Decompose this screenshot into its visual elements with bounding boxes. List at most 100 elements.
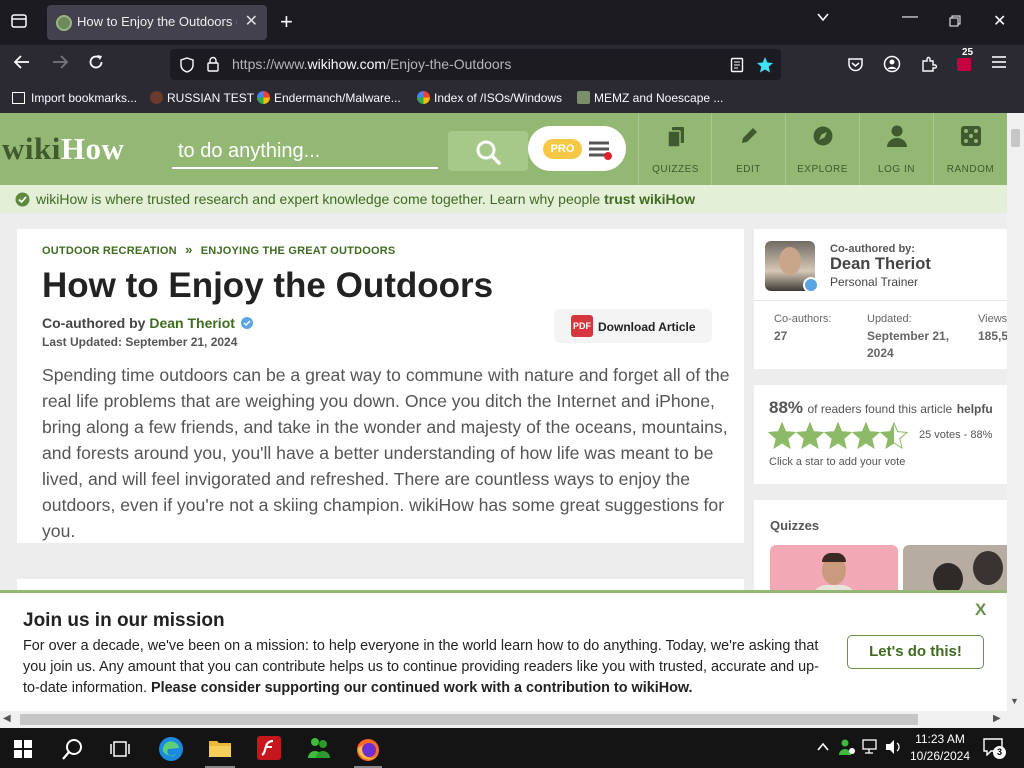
search-button[interactable] <box>448 131 528 171</box>
search-input[interactable]: to do anything... <box>172 135 438 169</box>
clock-time[interactable]: 11:23 AM <box>912 732 968 746</box>
notification-count: 3 <box>993 746 1006 759</box>
url-host: wikihow.com <box>307 56 387 72</box>
breadcrumb-great-outdoors[interactable]: ENJOYING THE GREAT OUTDOORS <box>201 245 396 257</box>
chevron-down-icon[interactable] <box>816 10 830 24</box>
tab-bar: How to Enjoy the Outdoors (wi ✕ + — ✕ <box>0 0 1024 45</box>
download-article-button[interactable]: PDF Download Article <box>554 309 712 343</box>
nav-login[interactable]: LOG IN <box>859 113 933 185</box>
bookmark-endermanch[interactable]: Endermanch/Malware... <box>257 91 401 105</box>
new-tab-icon[interactable]: + <box>280 9 293 35</box>
banner-bold: Please consider supporting our continued… <box>151 680 693 696</box>
star-icon[interactable] <box>880 422 908 449</box>
image-icon <box>577 91 590 104</box>
people-app-icon[interactable] <box>305 736 333 760</box>
scroll-thumb[interactable] <box>1011 129 1020 147</box>
account-icon[interactable] <box>883 55 901 73</box>
nav-quizzes[interactable]: QUIZZES <box>638 113 712 185</box>
star-icon[interactable] <box>824 422 852 449</box>
bookmark-label: Endermanch/Malware... <box>274 91 401 105</box>
nav-label: LOG IN <box>878 164 915 175</box>
views-label: Views <box>978 313 1007 325</box>
scroll-thumb[interactable] <box>20 714 918 725</box>
updated-year: 2024 <box>867 346 894 360</box>
star-rating <box>768 422 918 450</box>
nav-edit[interactable]: EDIT <box>711 113 785 185</box>
network-icon[interactable] <box>862 739 880 755</box>
clock-date[interactable]: 10/26/2024 <box>908 749 972 763</box>
horizontal-scrollbar[interactable]: ◀ ▶ <box>0 711 1024 728</box>
vertical-scrollbar[interactable]: ▼ <box>1007 113 1024 711</box>
people-tray-icon[interactable] <box>838 738 856 756</box>
search-icon <box>476 140 501 165</box>
bookmark-memz[interactable]: MEMZ and Noescape ... <box>577 91 723 105</box>
lets-do-this-button[interactable]: Let's do this! <box>847 635 984 669</box>
pro-menu-button[interactable]: PRO <box>528 126 626 171</box>
verified-icon <box>240 317 253 329</box>
nav-explore[interactable]: EXPLORE <box>785 113 859 185</box>
reader-view-icon[interactable] <box>730 57 744 73</box>
updated-label: Updated: <box>867 313 912 325</box>
bookmark-isos[interactable]: Index of /ISOs/Windows <box>417 91 562 105</box>
menu-hamburger-icon[interactable] <box>991 54 1007 70</box>
google-icon <box>417 91 430 104</box>
scroll-left-arrow-icon[interactable]: ◀ <box>3 713 11 724</box>
minimize-icon[interactable]: — <box>902 8 918 26</box>
url-prefix: https://www. <box>232 56 308 72</box>
back-icon[interactable] <box>13 53 31 71</box>
sidebar-author-name[interactable]: Dean Theriot <box>830 255 931 274</box>
edge-icon[interactable] <box>158 736 184 762</box>
breadcrumb-outdoor-recreation[interactable]: OUTDOOR RECREATION <box>42 245 177 257</box>
bookmark-import[interactable]: Import bookmarks... <box>12 91 137 105</box>
helpful-percent: 88% <box>769 398 804 417</box>
file-explorer-icon[interactable] <box>205 735 235 768</box>
bookmark-label: Import bookmarks... <box>31 91 138 105</box>
tab-active[interactable]: How to Enjoy the Outdoors (wi ✕ <box>47 5 267 40</box>
extensions-icon[interactable] <box>920 55 938 73</box>
bookmark-label: Index of /ISOs/Windows <box>434 91 563 105</box>
tab-list-icon[interactable] <box>10 12 28 30</box>
restore-icon[interactable] <box>949 15 961 27</box>
scroll-right-arrow-icon[interactable]: ▶ <box>993 713 1001 724</box>
url-path: /Enjoy-the-Outdoors <box>386 56 512 72</box>
site-icon <box>150 91 163 104</box>
star-icon[interactable] <box>796 422 824 449</box>
star-icon[interactable] <box>768 422 796 449</box>
task-view-icon[interactable] <box>110 740 130 758</box>
search-icon[interactable] <box>62 738 84 760</box>
volume-icon[interactable] <box>885 739 903 755</box>
breadcrumb-separator: » <box>185 242 193 257</box>
forward-icon[interactable] <box>51 53 69 71</box>
firefox-icon[interactable] <box>354 735 382 768</box>
scroll-down-arrow-icon[interactable]: ▼ <box>1010 696 1019 706</box>
wikihow-logo[interactable]: wikiHow <box>2 131 124 167</box>
addon-badge-icon[interactable]: 25 <box>955 47 976 73</box>
close-tab-icon[interactable]: ✕ <box>245 11 258 31</box>
flash-icon[interactable] <box>257 736 281 760</box>
star-icon[interactable] <box>852 422 880 449</box>
close-window-icon[interactable]: ✕ <box>993 11 1006 31</box>
bookmark-russian-test[interactable]: RUSSIAN TEST <box>150 91 254 105</box>
address-bar[interactable]: https://www.wikihow.com/Enjoy-the-Outdoo… <box>170 49 781 80</box>
nav-label: EDIT <box>736 164 761 175</box>
article-intro: Spending time outdoors can be a great wa… <box>42 365 730 541</box>
coauthored-label: Co-authored by: <box>830 243 915 255</box>
trust-link[interactable]: trust wikiHow <box>604 191 695 207</box>
banner-close-button[interactable]: X <box>975 600 986 620</box>
show-hidden-icons[interactable] <box>816 740 830 754</box>
trust-bar: wikiHow is where trusted research and ex… <box>0 185 1007 213</box>
bookmark-star-icon[interactable] <box>756 56 774 74</box>
web-page: wikiHow to do anything... PRO QUIZZES ED… <box>0 113 1007 713</box>
pocket-icon[interactable] <box>847 56 864 73</box>
quizzes-icon <box>667 127 684 148</box>
url-text[interactable]: https://www.wikihow.com/Enjoy-the-Outdoo… <box>232 56 511 72</box>
author-link[interactable]: Dean Theriot <box>149 315 235 331</box>
avatar[interactable] <box>765 241 819 293</box>
page-title: How to Enjoy the Outdoors <box>42 266 494 305</box>
windows-start-icon[interactable] <box>14 740 32 758</box>
notifications-icon[interactable]: 3 <box>983 738 1006 759</box>
shield-icon[interactable] <box>179 57 195 73</box>
nav-random[interactable]: RANDOM <box>933 113 1007 185</box>
reload-icon[interactable] <box>87 53 105 71</box>
lock-icon[interactable] <box>206 56 220 72</box>
